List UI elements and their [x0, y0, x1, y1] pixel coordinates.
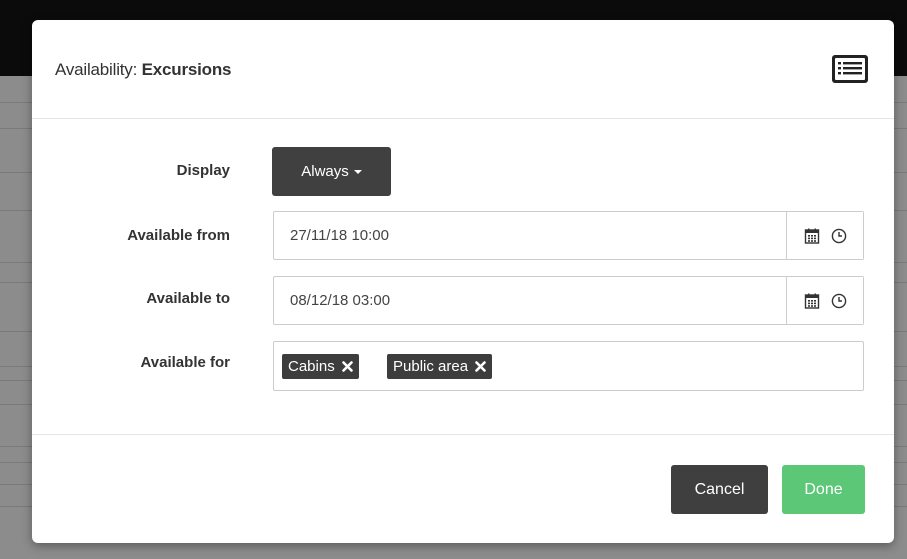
remove-tag-icon[interactable]	[475, 355, 487, 372]
available-from-group	[273, 211, 864, 260]
modal-title-prefix: Availability:	[55, 60, 142, 79]
availability-modal: Availability: Excursions Display Always …	[32, 20, 894, 543]
calendar-icon[interactable]	[804, 293, 820, 309]
available-from-addon	[786, 212, 863, 259]
tag-public-area: Public area	[387, 354, 493, 379]
available-from-label: Available from	[127, 227, 230, 244]
remove-tag-icon[interactable]	[342, 355, 353, 372]
clock-icon[interactable]	[831, 293, 847, 309]
available-to-label: Available to	[146, 290, 230, 307]
modal-title: Availability: Excursions	[55, 60, 232, 80]
tag-cabins: Cabins	[282, 354, 359, 379]
cancel-button[interactable]: Cancel	[671, 465, 768, 514]
modal-title-name: Excursions	[141, 60, 232, 79]
display-dropdown-button[interactable]: Always	[272, 147, 391, 196]
tag-label: Cabins	[288, 358, 335, 375]
display-value: Always	[301, 163, 349, 180]
caret-down-icon	[353, 170, 362, 175]
modal-footer: Cancel Done	[32, 434, 894, 544]
available-to-addon	[786, 277, 863, 324]
available-to-input[interactable]	[290, 277, 780, 324]
available-for-tags-input[interactable]: Cabins Public area	[273, 341, 864, 391]
list-icon[interactable]	[831, 54, 869, 84]
tag-label: Public area	[393, 358, 469, 375]
modal-header: Availability: Excursions	[32, 20, 894, 119]
available-from-input[interactable]	[290, 212, 780, 259]
available-to-group	[273, 276, 864, 325]
clock-icon[interactable]	[831, 228, 847, 244]
display-label: Display	[176, 162, 230, 179]
done-button[interactable]: Done	[782, 465, 865, 514]
calendar-icon[interactable]	[804, 228, 820, 244]
available-for-label: Available for	[140, 354, 230, 371]
